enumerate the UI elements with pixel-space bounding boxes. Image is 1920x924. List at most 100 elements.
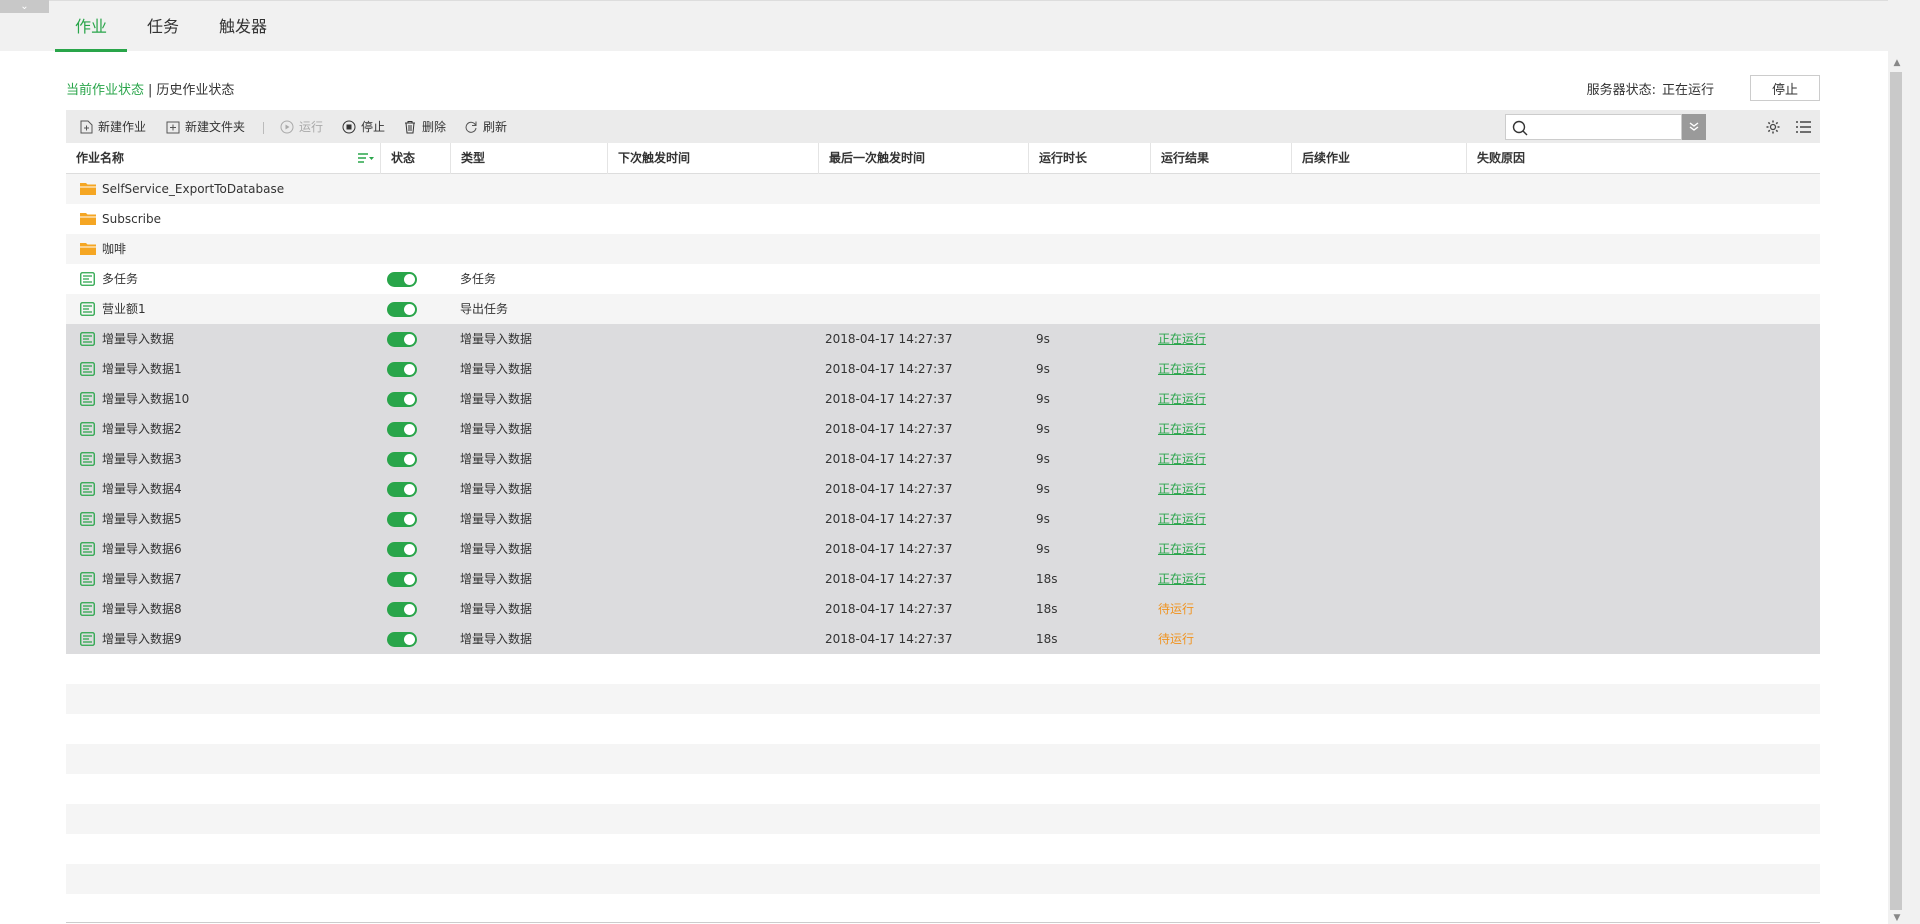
- job-type: 增量导入数据: [460, 632, 533, 646]
- table-row[interactable]: 增量导入数据6 增量导入数据 2018-04-17 14:27:37 9s 正在运行: [66, 534, 1820, 564]
- column-header-type[interactable]: 类型: [451, 143, 608, 174]
- scroll-up-arrow-icon[interactable]: ▲: [1890, 56, 1904, 70]
- job-icon: [80, 542, 95, 556]
- enable-toggle[interactable]: [387, 422, 417, 437]
- job-type: 增量导入数据: [460, 392, 533, 406]
- job-icon: [80, 602, 95, 616]
- enable-toggle[interactable]: [387, 362, 417, 377]
- empty-row: [66, 714, 1820, 744]
- column-header-next-job[interactable]: 后续作业: [1292, 143, 1467, 174]
- table-row[interactable]: 增量导入数据7 增量导入数据 2018-04-17 14:27:37 18s 正在运行: [66, 564, 1820, 594]
- run-result[interactable]: 正在运行: [1158, 474, 1206, 504]
- job-type: 增量导入数据: [460, 542, 533, 556]
- run-result: 待运行: [1158, 632, 1195, 646]
- run-result[interactable]: 正在运行: [1158, 384, 1206, 414]
- history-job-status-link[interactable]: 历史作业状态: [156, 83, 234, 98]
- filter-sort-icon[interactable]: [358, 153, 374, 163]
- enable-toggle[interactable]: [387, 302, 417, 317]
- list-view-button[interactable]: [1794, 118, 1812, 136]
- column-header-duration[interactable]: 运行时长: [1029, 143, 1151, 174]
- run-button[interactable]: 运行: [280, 110, 323, 143]
- column-header-result[interactable]: 运行结果: [1151, 143, 1292, 174]
- enable-toggle[interactable]: [387, 542, 417, 557]
- gear-icon: [1766, 120, 1780, 134]
- new-file-icon: [80, 120, 93, 133]
- empty-row: [66, 774, 1820, 804]
- scroll-thumb[interactable]: [1890, 72, 1902, 910]
- enable-toggle[interactable]: [387, 272, 417, 287]
- enable-toggle[interactable]: [387, 572, 417, 587]
- job-type: 导出任务: [460, 302, 509, 316]
- column-header-name[interactable]: 作业名称: [66, 143, 381, 174]
- table-row[interactable]: 增量导入数据5 增量导入数据 2018-04-17 14:27:37 9s 正在运行: [66, 504, 1820, 534]
- search-box: [1505, 114, 1682, 140]
- enable-toggle[interactable]: [387, 512, 417, 527]
- tab-jobs[interactable]: 作业: [55, 1, 127, 52]
- table-row[interactable]: 增量导入数据 增量导入数据 2018-04-17 14:27:37 9s 正在运行: [66, 324, 1820, 354]
- folder-icon: [80, 213, 96, 225]
- table-row[interactable]: 增量导入数据3 增量导入数据 2018-04-17 14:27:37 9s 正在运行: [66, 444, 1820, 474]
- table-row[interactable]: 增量导入数据10 增量导入数据 2018-04-17 14:27:37 9s 正在运行: [66, 384, 1820, 414]
- new-folder-label: 新建文件夹: [185, 120, 246, 134]
- stop-job-button[interactable]: 停止: [342, 110, 385, 143]
- collapse-handle[interactable]: ⌄: [0, 0, 49, 13]
- job-icon: [80, 452, 95, 466]
- last-trigger-time: 2018-04-17 14:27:37: [825, 512, 953, 526]
- run-result[interactable]: 正在运行: [1158, 414, 1206, 444]
- job-icon: [80, 422, 95, 436]
- search-dropdown-button[interactable]: [1682, 114, 1706, 140]
- enable-toggle[interactable]: [387, 392, 417, 407]
- enable-toggle[interactable]: [387, 332, 417, 347]
- table-row[interactable]: 增量导入数据2 增量导入数据 2018-04-17 14:27:37 9s 正在运行: [66, 414, 1820, 444]
- table-row[interactable]: 增量导入数据1 增量导入数据 2018-04-17 14:27:37 9s 正在运行: [66, 354, 1820, 384]
- search-input[interactable]: [1528, 117, 1678, 137]
- column-header-last-trigger[interactable]: 最后一次触发时间: [819, 143, 1029, 174]
- column-header-status[interactable]: 状态: [381, 143, 451, 174]
- folder-icon: [80, 243, 96, 255]
- play-icon: [280, 120, 294, 133]
- new-job-button[interactable]: 新建作业: [80, 110, 146, 143]
- folder-row[interactable]: Subscribe: [66, 204, 1820, 234]
- search-icon: [1512, 120, 1528, 136]
- enable-toggle[interactable]: [387, 452, 417, 467]
- table-row[interactable]: 多任务 多任务: [66, 264, 1820, 294]
- run-result[interactable]: 正在运行: [1158, 324, 1206, 354]
- table-body: SelfService_ExportToDatabase Subscribe 咖啡多…: [66, 174, 1820, 894]
- job-type: 增量导入数据: [460, 482, 533, 496]
- job-icon: [80, 572, 95, 586]
- delete-button[interactable]: 删除: [403, 110, 446, 143]
- job-icon: [80, 482, 95, 496]
- job-name: 增量导入数据3: [102, 452, 182, 466]
- run-result[interactable]: 正在运行: [1158, 564, 1206, 594]
- table-row[interactable]: 增量导入数据9 增量导入数据 2018-04-17 14:27:37 18s 待运行: [66, 624, 1820, 654]
- run-result[interactable]: 正在运行: [1158, 354, 1206, 384]
- table-row[interactable]: 增量导入数据8 增量导入数据 2018-04-17 14:27:37 18s 待运行: [66, 594, 1820, 624]
- table-row[interactable]: 增量导入数据4 增量导入数据 2018-04-17 14:27:37 9s 正在运行: [66, 474, 1820, 504]
- run-result[interactable]: 正在运行: [1158, 504, 1206, 534]
- column-header-failure-reason[interactable]: 失败原因: [1467, 143, 1820, 174]
- settings-button[interactable]: [1764, 118, 1782, 136]
- job-toolbar: 新建作业 新建文件夹 运行 停止 删除 刷新: [66, 110, 1820, 143]
- new-folder-button[interactable]: 新建文件夹: [166, 110, 245, 143]
- current-job-status-link[interactable]: 当前作业状态: [66, 83, 144, 98]
- job-type: 多任务: [460, 272, 497, 286]
- tab-triggers[interactable]: 触发器: [206, 1, 280, 52]
- list-icon: [1795, 121, 1811, 133]
- job-table: 作业名称 状态 类型 下次触发时间 最后一次触发时间 运行时长 运行结果 后续作…: [66, 143, 1820, 894]
- folder-row[interactable]: SelfService_ExportToDatabase: [66, 174, 1820, 204]
- empty-row: [66, 804, 1820, 834]
- tab-tasks[interactable]: 任务: [135, 1, 191, 52]
- run-duration: 9s: [1036, 332, 1050, 346]
- scroll-down-arrow-icon[interactable]: ▼: [1890, 912, 1904, 924]
- enable-toggle[interactable]: [387, 602, 417, 617]
- enable-toggle[interactable]: [387, 482, 417, 497]
- table-row[interactable]: 营业额1 导出任务: [66, 294, 1820, 324]
- run-result[interactable]: 正在运行: [1158, 444, 1206, 474]
- folder-row[interactable]: 咖啡: [66, 234, 1820, 264]
- stop-server-button[interactable]: 停止: [1750, 75, 1820, 101]
- run-result[interactable]: 正在运行: [1158, 534, 1206, 564]
- refresh-button[interactable]: 刷新: [464, 110, 507, 143]
- enable-toggle[interactable]: [387, 632, 417, 647]
- job-type: 增量导入数据: [460, 362, 533, 376]
- column-header-next-trigger[interactable]: 下次触发时间: [608, 143, 819, 174]
